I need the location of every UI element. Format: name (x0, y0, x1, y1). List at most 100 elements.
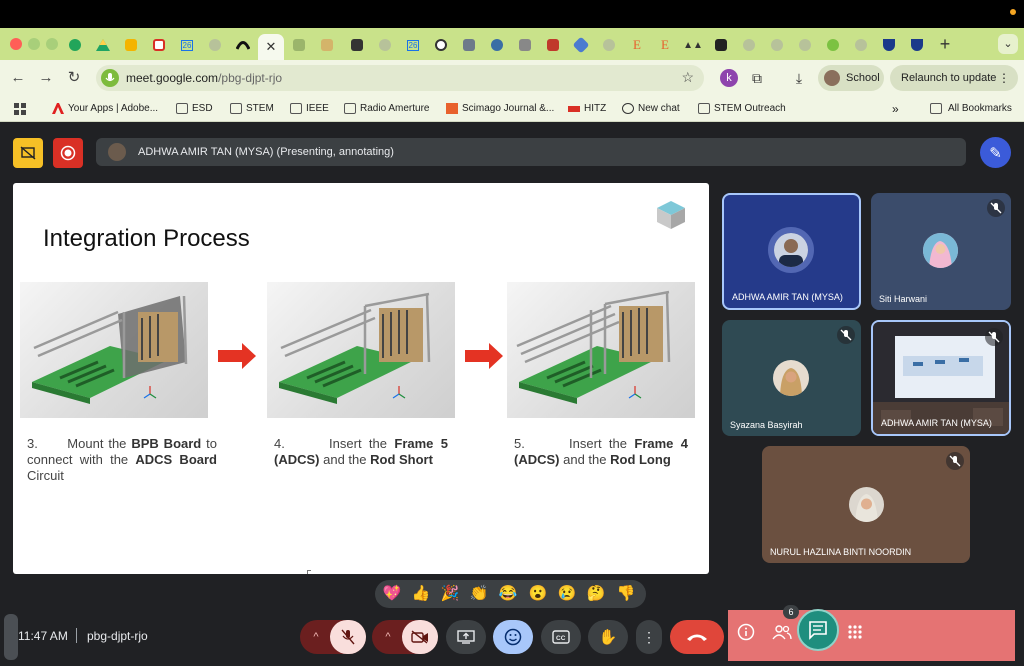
reaction-party[interactable]: 🎉 (439, 583, 461, 605)
new-tab-button[interactable]: + (936, 35, 954, 53)
relaunch-button[interactable]: Relaunch to update ⋮ (890, 65, 1018, 91)
bookmark-stem-outreach[interactable]: STEM Outreach (698, 101, 786, 117)
tab-20[interactable] (906, 34, 928, 56)
more-options-button[interactable]: ⋮ (636, 620, 662, 654)
tab-meet-active[interactable]: ✕ (258, 34, 284, 60)
tab-generic-1[interactable] (204, 34, 226, 56)
meeting-details-button[interactable] (735, 621, 757, 643)
present-screen-button[interactable] (446, 620, 486, 654)
video-options-chevron-icon[interactable]: ^ (372, 620, 404, 654)
extension-k-icon[interactable]: k (720, 69, 738, 87)
tab-calendar-1[interactable]: 26 (176, 34, 198, 56)
red-arrow-icon (218, 343, 256, 369)
bookmark-ieee[interactable]: IEEE (290, 101, 329, 117)
participant-tile[interactable]: NURUL HAZLINA BINTI NOORDIN (762, 446, 970, 563)
participant-tile[interactable]: Syazana Basyirah (722, 320, 861, 436)
reaction-surprised[interactable]: 😮 (527, 583, 549, 605)
extensions-puzzle-icon[interactable]: ⧉ (748, 69, 766, 87)
tab-19[interactable] (878, 34, 900, 56)
camera-toggle-button[interactable] (402, 620, 438, 654)
tab-11[interactable] (598, 34, 620, 56)
close-window-button[interactable] (10, 38, 22, 50)
audio-options-chevron-icon[interactable]: ^ (300, 620, 332, 654)
record-button[interactable] (53, 138, 83, 168)
reload-button[interactable]: ↻ (64, 68, 84, 88)
cubesat-render-2 (267, 282, 455, 418)
bookmark-scimago[interactable]: Scimago Journal &... (446, 101, 554, 117)
tab-gmail[interactable] (148, 34, 170, 56)
tab-6[interactable] (458, 34, 480, 56)
annotate-button[interactable]: ✎ (980, 137, 1011, 168)
close-tab-icon[interactable]: ✕ (266, 39, 277, 55)
bookmark-stem[interactable]: STEM (230, 101, 274, 117)
bookmark-hitz[interactable]: HITZ (568, 101, 606, 117)
bookmark-star-icon[interactable]: ☆ (681, 69, 694, 86)
tab-10[interactable] (570, 34, 592, 56)
minimize-window-button[interactable] (28, 38, 40, 50)
tab-etsy-2[interactable]: E (654, 34, 676, 56)
side-drawer-handle[interactable] (4, 614, 18, 660)
download-icon[interactable]: ⤓ (790, 69, 808, 87)
tab-search-button[interactable]: ⌄ (998, 34, 1018, 54)
mic-group: ^ (300, 620, 366, 654)
people-button[interactable] (771, 621, 793, 643)
participant-tile[interactable]: Siti Harwani (871, 193, 1011, 310)
bookmark-adobe[interactable]: Your Apps | Adobe... (52, 101, 158, 117)
bookmark-new-chat[interactable]: New chat (622, 101, 680, 117)
all-bookmarks-button[interactable]: All Bookmarks (930, 101, 1012, 117)
chat-button[interactable] (797, 609, 839, 651)
tab-2[interactable] (288, 34, 310, 56)
reaction-sad[interactable]: 😢 (556, 583, 578, 605)
tab-7[interactable] (486, 34, 508, 56)
raise-hand-button[interactable]: ✋ (588, 620, 628, 654)
globe-icon (209, 39, 221, 51)
reaction-laugh[interactable]: 😂 (497, 583, 519, 605)
tab-etsy-1[interactable]: E (626, 34, 648, 56)
tab-4[interactable] (346, 34, 368, 56)
tab-3[interactable] (316, 34, 338, 56)
reaction-thumbs-up[interactable]: 👍 (410, 583, 432, 605)
tab-arc[interactable] (232, 34, 254, 56)
participant-tile[interactable]: ADHWA AMIR TAN (MYSA) (722, 193, 861, 310)
participant-tile[interactable]: ADHWA AMIR TAN (MYSA) (871, 320, 1011, 436)
mic-toggle-button[interactable] (330, 620, 366, 654)
reaction-heart[interactable]: 💖 (381, 583, 403, 605)
maximize-window-button[interactable] (46, 38, 58, 50)
tab-9[interactable] (542, 34, 564, 56)
apps-grid-icon[interactable] (14, 101, 28, 117)
tab-8[interactable] (514, 34, 536, 56)
reaction-thinking[interactable]: 🤔 (585, 583, 607, 605)
tab-18[interactable] (850, 34, 872, 56)
tab-openai[interactable] (430, 34, 452, 56)
back-button[interactable]: ← (8, 68, 28, 88)
pen-icon: ✎ (989, 144, 1002, 162)
tab-16[interactable] (794, 34, 816, 56)
site-info-icon[interactable] (101, 69, 119, 87)
tab-12[interactable]: ▲▲ (682, 34, 704, 56)
tab-13[interactable] (710, 34, 732, 56)
tab-5[interactable] (374, 34, 396, 56)
tab-17[interactable] (822, 34, 844, 56)
bookmarks-overflow-button[interactable]: » (892, 101, 899, 117)
tab-drive[interactable] (92, 34, 114, 56)
more-vert-icon[interactable]: ⋮ (998, 65, 1010, 91)
leave-call-button[interactable] (670, 620, 724, 654)
reactions-button[interactable] (493, 620, 533, 654)
presentation-toggle-button[interactable] (13, 138, 43, 168)
bookmark-esd[interactable]: ESD (176, 101, 213, 117)
reaction-clap[interactable]: 👏 (468, 583, 490, 605)
activities-button[interactable] (844, 621, 866, 643)
tab-14[interactable] (738, 34, 760, 56)
tab-slides[interactable] (120, 34, 142, 56)
bookmark-radio[interactable]: Radio Amerture (344, 101, 429, 117)
captions-button[interactable]: CC (541, 620, 581, 654)
forward-button[interactable]: → (36, 68, 56, 88)
profile-button[interactable]: School (818, 65, 884, 91)
tab-calendar-2[interactable]: 26 (402, 34, 424, 56)
tab-15[interactable] (766, 34, 788, 56)
reaction-thumbs-down[interactable]: 👎 (615, 583, 637, 605)
address-bar[interactable]: meet.google.com/pbg-djpt-rjo ☆ (96, 65, 704, 91)
tab-1[interactable] (64, 34, 86, 56)
cube-logo-icon (657, 201, 685, 229)
page-icon (321, 39, 333, 51)
